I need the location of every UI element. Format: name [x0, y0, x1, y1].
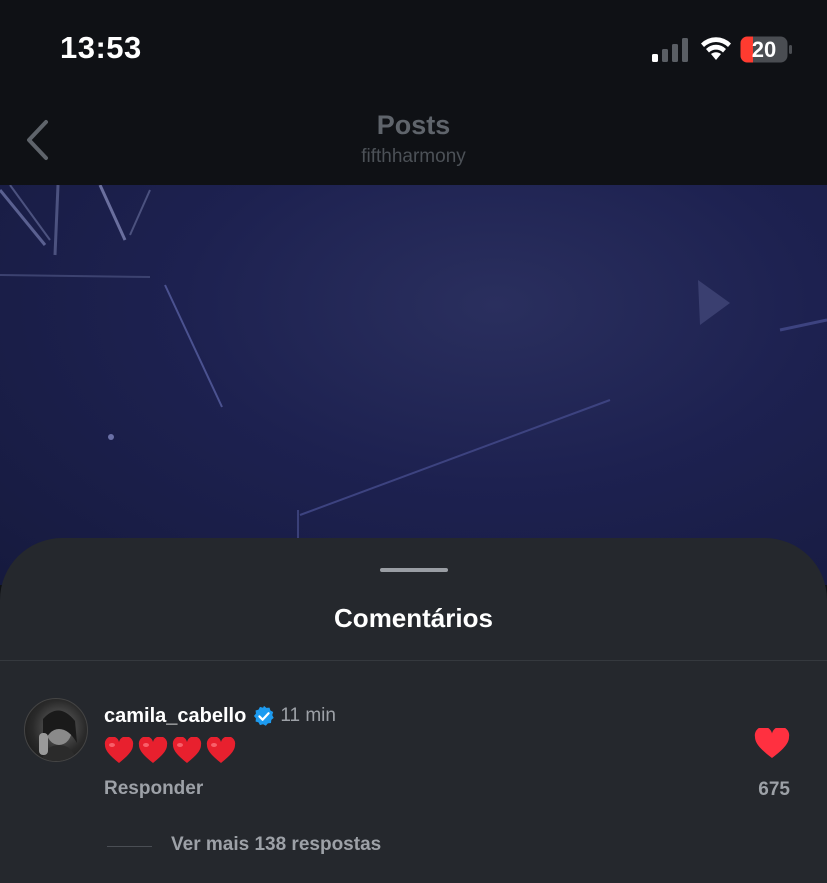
comment-header: camila_cabello 11 min [104, 702, 336, 730]
status-bar: 13:53 20 [0, 0, 827, 96]
status-time: 13:53 [60, 30, 142, 65]
post-image [0, 185, 827, 585]
nav-bar: Posts fifthharmony [0, 96, 827, 185]
page-subtitle: fifthharmony [361, 146, 466, 167]
red-heart-emoji-icon [138, 737, 168, 763]
reply-button[interactable]: Responder [104, 778, 203, 800]
red-heart-emoji-icon [172, 737, 202, 763]
heart-filled-icon[interactable] [754, 728, 790, 760]
sheet-grabber[interactable] [380, 568, 448, 572]
avatar[interactable] [24, 698, 88, 762]
view-replies-button[interactable]: Ver mais 138 respostas [171, 834, 381, 856]
like-count: 675 [758, 779, 790, 800]
red-heart-emoji-icon [104, 737, 134, 763]
verified-badge-icon [254, 705, 275, 726]
wifi-icon [701, 37, 731, 60]
comments-title: Comentários [334, 603, 493, 633]
cellular-signal-icon [652, 38, 688, 62]
comment-timestamp: 11 min [280, 705, 336, 726]
comment-username[interactable]: camila_cabello [104, 705, 246, 728]
post-image-graphic [0, 185, 827, 545]
divider [0, 660, 827, 661]
red-heart-emoji-icon [206, 737, 236, 763]
avatar-photo [39, 710, 77, 761]
comment-text: ❤️ ❤️ ❤️ ❤️ [104, 734, 236, 768]
replies-divider [107, 846, 152, 847]
page-title: Posts [376, 110, 451, 140]
comments-sheet: Comentários camila_cabello 11 min ❤️ ❤️ … [0, 538, 827, 883]
battery-level: 20 [751, 37, 777, 62]
